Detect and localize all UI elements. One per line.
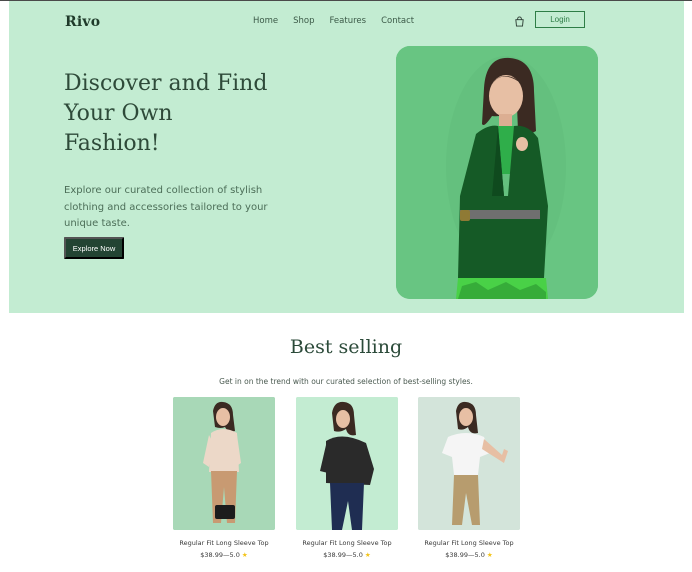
hero-title-line-1: Discover and Find: [64, 71, 268, 96]
best-selling-title: Best selling: [289, 336, 403, 358]
product-price: $38.99: [200, 551, 223, 559]
hero-title-line-2: Your Own: [64, 101, 173, 126]
shopping-bag-icon[interactable]: [514, 16, 525, 27]
main-nav: Home Shop Features Contact: [253, 16, 414, 26]
product-rating: —5.0: [468, 551, 485, 559]
nav-item-contact[interactable]: Contact: [381, 16, 414, 26]
product-price-rating: $38.99—5.0 ★: [296, 551, 398, 559]
product-model-illustration: [418, 397, 520, 530]
hero-model-illustration: [396, 46, 598, 299]
nav-item-home[interactable]: Home: [253, 16, 278, 26]
login-button[interactable]: Login: [535, 11, 585, 28]
hero-model-image: [396, 46, 598, 299]
product-name[interactable]: Regular Fit Long Sleeve Top: [418, 539, 520, 547]
product-name[interactable]: Regular Fit Long Sleeve Top: [296, 539, 398, 547]
product-price-rating: $38.99—5.0 ★: [418, 551, 520, 559]
brand-logo[interactable]: Rivo: [65, 14, 100, 30]
product-price-rating: $38.99—5.0 ★: [173, 551, 275, 559]
product-rating: —5.0: [346, 551, 363, 559]
hero-section: Rivo Home Shop Features Contact Login Di…: [9, 1, 684, 313]
product-price: $38.99: [445, 551, 468, 559]
product-image[interactable]: [173, 397, 275, 530]
product-model-illustration: [173, 397, 275, 530]
hero-title-line-3: Fashion!: [64, 131, 160, 156]
nav-item-features[interactable]: Features: [330, 16, 367, 26]
nav-item-shop[interactable]: Shop: [293, 16, 314, 26]
product-model-illustration: [296, 397, 398, 530]
star-icon: ★: [364, 551, 371, 559]
star-icon: ★: [486, 551, 493, 559]
product-name[interactable]: Regular Fit Long Sleeve Top: [173, 539, 275, 547]
hero-description: Explore our curated collection of stylis…: [64, 185, 268, 229]
explore-now-button[interactable]: Explore Now: [64, 237, 124, 259]
product-image[interactable]: [296, 397, 398, 530]
product-card[interactable]: Regular Fit Long Sleeve Top $38.99—5.0 ★: [173, 397, 275, 559]
hero-title: Discover and Find Your Own Fashion!: [64, 69, 294, 159]
product-rating: —5.0: [223, 551, 240, 559]
product-card[interactable]: Regular Fit Long Sleeve Top $38.99—5.0 ★: [418, 397, 520, 559]
product-price: $38.99: [323, 551, 346, 559]
best-selling-subtitle: Get in on the trend with our curated sel…: [219, 377, 473, 386]
product-image[interactable]: [418, 397, 520, 530]
product-card[interactable]: Regular Fit Long Sleeve Top $38.99—5.0 ★: [296, 397, 398, 559]
star-icon: ★: [241, 551, 248, 559]
